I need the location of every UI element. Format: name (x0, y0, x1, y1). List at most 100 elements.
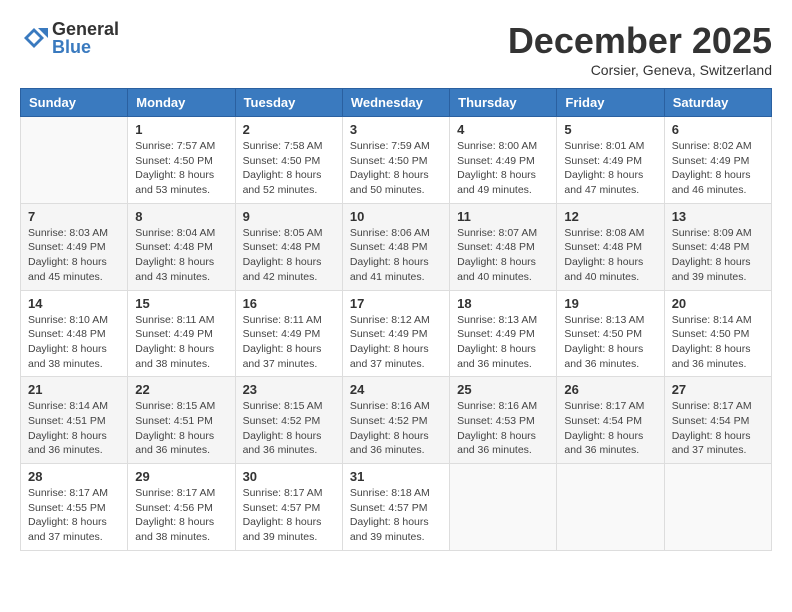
day-info: Sunrise: 8:02 AMSunset: 4:49 PMDaylight:… (672, 139, 764, 198)
weekday-header-friday: Friday (557, 89, 664, 117)
calendar-week-row: 14 Sunrise: 8:10 AMSunset: 4:48 PMDayligh… (21, 290, 772, 377)
day-info: Sunrise: 8:14 AMSunset: 4:51 PMDaylight:… (28, 399, 120, 458)
day-number: 15 (135, 296, 227, 311)
day-number: 3 (350, 122, 442, 137)
calendar-week-row: 1 Sunrise: 7:57 AMSunset: 4:50 PMDaylight… (21, 117, 772, 204)
day-number: 20 (672, 296, 764, 311)
calendar-day-cell: 15 Sunrise: 8:11 AMSunset: 4:49 PMDayligh… (128, 290, 235, 377)
day-info: Sunrise: 7:57 AMSunset: 4:50 PMDaylight:… (135, 139, 227, 198)
day-info: Sunrise: 8:00 AMSunset: 4:49 PMDaylight:… (457, 139, 549, 198)
calendar-day-cell: 1 Sunrise: 7:57 AMSunset: 4:50 PMDaylight… (128, 117, 235, 204)
day-info: Sunrise: 8:10 AMSunset: 4:48 PMDaylight:… (28, 313, 120, 372)
day-info: Sunrise: 8:17 AMSunset: 4:54 PMDaylight:… (672, 399, 764, 458)
calendar-day-cell: 3Sunrise: 7:59 AMSunset: 4:50 PMDaylight… (342, 117, 449, 204)
day-number: 7 (28, 209, 120, 224)
calendar-day-cell: 19 Sunrise: 8:13 AMSunset: 4:50 PMDayligh… (557, 290, 664, 377)
day-info: Sunrise: 8:13 AMSunset: 4:49 PMDaylight:… (457, 313, 549, 372)
weekday-header-wednesday: Wednesday (342, 89, 449, 117)
day-number: 13 (672, 209, 764, 224)
location-subtitle: Corsier, Geneva, Switzerland (508, 62, 772, 78)
day-number: 21 (28, 382, 120, 397)
calendar-day-cell: 4 Sunrise: 8:00 AMSunset: 4:49 PMDaylight… (450, 117, 557, 204)
calendar-day-cell (450, 464, 557, 551)
day-number: 19 (564, 296, 656, 311)
calendar-day-cell: 12 Sunrise: 8:08 AMSunset: 4:48 PMDayligh… (557, 203, 664, 290)
day-number: 10 (350, 209, 442, 224)
calendar-day-cell: 7 Sunrise: 8:03 AMSunset: 4:49 PMDaylight… (21, 203, 128, 290)
day-info: Sunrise: 7:58 AMSunset: 4:50 PMDaylight:… (243, 139, 335, 198)
day-info: Sunrise: 8:11 AMSunset: 4:49 PMDaylight:… (243, 313, 335, 372)
logo-text: General Blue (52, 20, 119, 56)
calendar-day-cell: 31 Sunrise: 8:18 AMSunset: 4:57 PMDayligh… (342, 464, 449, 551)
calendar-day-cell (664, 464, 771, 551)
calendar-day-cell: 24 Sunrise: 8:16 AMSunset: 4:52 PMDayligh… (342, 377, 449, 464)
day-number: 4 (457, 122, 549, 137)
weekday-header-tuesday: Tuesday (235, 89, 342, 117)
calendar-day-cell: 21 Sunrise: 8:14 AMSunset: 4:51 PMDayligh… (21, 377, 128, 464)
calendar-day-cell: 11 Sunrise: 8:07 AMSunset: 4:48 PMDayligh… (450, 203, 557, 290)
day-number: 22 (135, 382, 227, 397)
day-info: Sunrise: 8:08 AMSunset: 4:48 PMDaylight:… (564, 226, 656, 285)
calendar-day-cell: 9 Sunrise: 8:05 AMSunset: 4:48 PMDaylight… (235, 203, 342, 290)
day-number: 9 (243, 209, 335, 224)
day-info: Sunrise: 8:17 AMSunset: 4:57 PMDaylight:… (243, 486, 335, 545)
day-info: Sunrise: 8:16 AMSunset: 4:52 PMDaylight:… (350, 399, 442, 458)
day-number: 5 (564, 122, 656, 137)
logo-icon (20, 24, 48, 52)
day-number: 14 (28, 296, 120, 311)
calendar-day-cell: 29Sunrise: 8:17 AMSunset: 4:56 PMDayligh… (128, 464, 235, 551)
day-info: Sunrise: 8:01 AMSunset: 4:49 PMDaylight:… (564, 139, 656, 198)
day-info: Sunrise: 8:11 AMSunset: 4:49 PMDaylight:… (135, 313, 227, 372)
calendar-day-cell: 22 Sunrise: 8:15 AMSunset: 4:51 PMDayligh… (128, 377, 235, 464)
day-number: 1 (135, 122, 227, 137)
calendar-day-cell: 30 Sunrise: 8:17 AMSunset: 4:57 PMDayligh… (235, 464, 342, 551)
day-info: Sunrise: 8:17 AMSunset: 4:54 PMDaylight:… (564, 399, 656, 458)
day-number: 26 (564, 382, 656, 397)
calendar-day-cell: 10 Sunrise: 8:06 AMSunset: 4:48 PMDayligh… (342, 203, 449, 290)
day-info: Sunrise: 8:04 AMSunset: 4:48 PMDaylight:… (135, 226, 227, 285)
weekday-header-monday: Monday (128, 89, 235, 117)
month-title: December 2025 (508, 20, 772, 62)
day-info: Sunrise: 8:17 AMSunset: 4:55 PMDaylight:… (28, 486, 120, 545)
logo-general-text: General (52, 20, 119, 38)
day-info: Sunrise: 8:16 AMSunset: 4:53 PMDaylight:… (457, 399, 549, 458)
day-number: 11 (457, 209, 549, 224)
day-number: 24 (350, 382, 442, 397)
calendar-day-cell: 26 Sunrise: 8:17 AMSunset: 4:54 PMDayligh… (557, 377, 664, 464)
day-info: Sunrise: 8:05 AMSunset: 4:48 PMDaylight:… (243, 226, 335, 285)
day-info: Sunrise: 8:18 AMSunset: 4:57 PMDaylight:… (350, 486, 442, 545)
calendar-day-cell: 5 Sunrise: 8:01 AMSunset: 4:49 PMDaylight… (557, 117, 664, 204)
calendar-day-cell: 25 Sunrise: 8:16 AMSunset: 4:53 PMDayligh… (450, 377, 557, 464)
calendar-day-cell: 6 Sunrise: 8:02 AMSunset: 4:49 PMDaylight… (664, 117, 771, 204)
calendar-day-cell (557, 464, 664, 551)
day-number: 23 (243, 382, 335, 397)
day-number: 25 (457, 382, 549, 397)
day-info: Sunrise: 8:06 AMSunset: 4:48 PMDaylight:… (350, 226, 442, 285)
day-number: 28 (28, 469, 120, 484)
calendar-week-row: 7 Sunrise: 8:03 AMSunset: 4:49 PMDaylight… (21, 203, 772, 290)
day-number: 12 (564, 209, 656, 224)
weekday-header-sunday: Sunday (21, 89, 128, 117)
calendar-day-cell: 13 Sunrise: 8:09 AMSunset: 4:48 PMDayligh… (664, 203, 771, 290)
calendar-week-row: 21 Sunrise: 8:14 AMSunset: 4:51 PMDayligh… (21, 377, 772, 464)
day-info: Sunrise: 8:03 AMSunset: 4:49 PMDaylight:… (28, 226, 120, 285)
day-number: 31 (350, 469, 442, 484)
day-info: Sunrise: 8:15 AMSunset: 4:51 PMDaylight:… (135, 399, 227, 458)
calendar-day-cell: 18 Sunrise: 8:13 AMSunset: 4:49 PMDayligh… (450, 290, 557, 377)
weekday-header-row: SundayMondayTuesdayWednesdayThursdayFrid… (21, 89, 772, 117)
day-info: Sunrise: 8:13 AMSunset: 4:50 PMDaylight:… (564, 313, 656, 372)
day-info: Sunrise: 8:07 AMSunset: 4:48 PMDaylight:… (457, 226, 549, 285)
title-block: December 2025 Corsier, Geneva, Switzerla… (508, 20, 772, 78)
day-number: 17 (350, 296, 442, 311)
day-number: 30 (243, 469, 335, 484)
day-number: 18 (457, 296, 549, 311)
day-info: Sunrise: 8:09 AMSunset: 4:48 PMDaylight:… (672, 226, 764, 285)
weekday-header-thursday: Thursday (450, 89, 557, 117)
day-number: 6 (672, 122, 764, 137)
calendar-week-row: 28 Sunrise: 8:17 AMSunset: 4:55 PMDayligh… (21, 464, 772, 551)
day-number: 8 (135, 209, 227, 224)
day-info: Sunrise: 8:12 AMSunset: 4:49 PMDaylight:… (350, 313, 442, 372)
page-header: General Blue December 2025 Corsier, Gene… (20, 20, 772, 78)
calendar-day-cell: 27Sunrise: 8:17 AMSunset: 4:54 PMDayligh… (664, 377, 771, 464)
weekday-header-saturday: Saturday (664, 89, 771, 117)
